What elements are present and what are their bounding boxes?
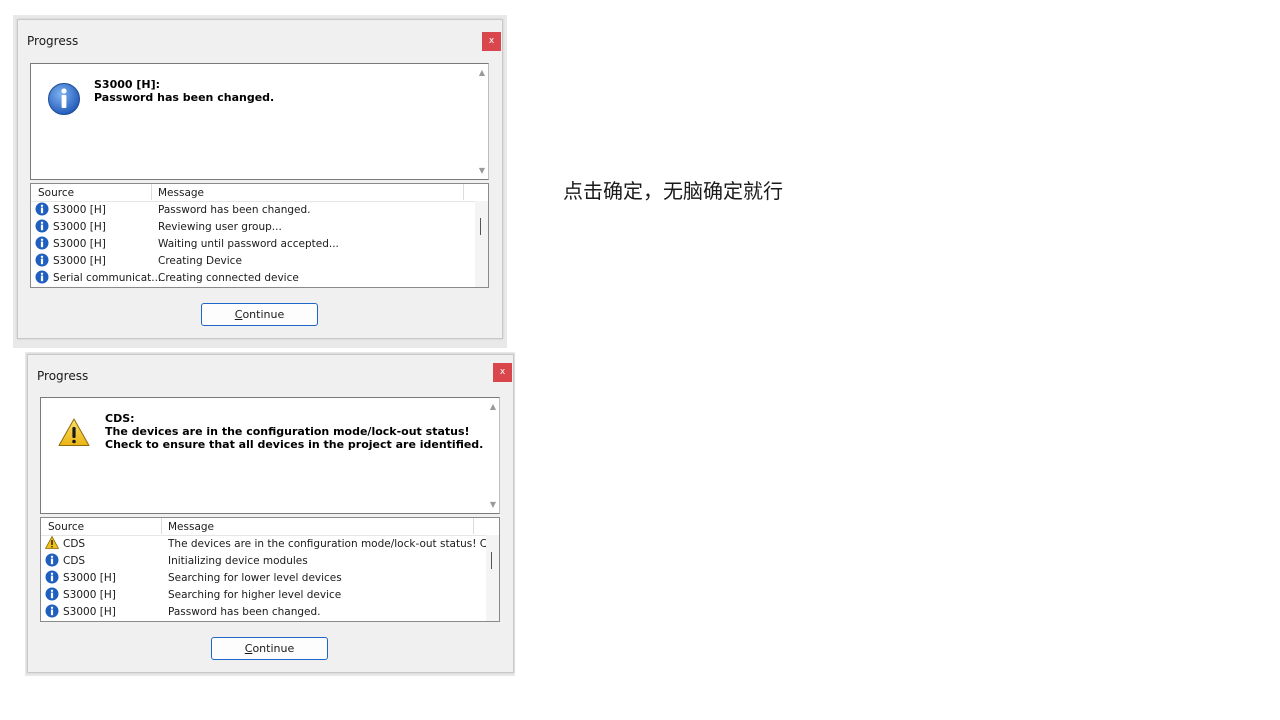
title-bar: Progress x xyxy=(28,355,513,387)
list-item-message: Searching for higher level device xyxy=(168,589,342,601)
log-list[interactable]: Source Message S3000 [H] Password has be… xyxy=(30,183,489,288)
column-header-message[interactable]: Message xyxy=(168,521,214,533)
scrollbar-thumb[interactable] xyxy=(491,552,492,569)
list-scrollbar[interactable] xyxy=(486,535,499,621)
scroll-up-icon[interactable]: ▲ xyxy=(490,402,496,411)
info-icon xyxy=(35,219,49,233)
scroll-up-icon[interactable]: ▲ xyxy=(479,68,485,77)
list-item-message: Searching for lower level devices xyxy=(168,572,342,584)
close-button[interactable]: x xyxy=(482,32,501,51)
list-item-message: Password has been changed. xyxy=(158,204,311,216)
column-header-source[interactable]: Source xyxy=(48,521,84,533)
list-item-message: Creating connected device xyxy=(158,272,299,284)
button-label: ontinue xyxy=(242,308,285,321)
message-body: Check to ensure that all devices in the … xyxy=(105,438,484,451)
warning-icon xyxy=(58,418,90,446)
info-icon xyxy=(48,83,80,115)
info-icon xyxy=(45,570,59,584)
title-bar: Progress x xyxy=(18,20,502,52)
dialog-title: Progress xyxy=(37,369,89,383)
list-item-source: S3000 [H] xyxy=(53,221,106,233)
column-divider[interactable] xyxy=(161,518,162,534)
list-header: Source Message xyxy=(41,518,499,536)
list-item-message: Password has been changed. xyxy=(168,606,321,618)
button-label: ontinue xyxy=(252,642,295,655)
warning-icon xyxy=(45,536,59,549)
list-item-source: Serial communicat... xyxy=(53,272,162,284)
list-item-source: S3000 [H] xyxy=(53,255,106,267)
list-item-message: Waiting until password accepted... xyxy=(158,238,339,250)
list-item-source: CDS xyxy=(63,555,86,567)
message-source: CDS: xyxy=(105,412,135,425)
annotation-note: 点击确定，无脑确定就行 xyxy=(563,179,783,203)
info-icon xyxy=(45,587,59,601)
info-icon xyxy=(35,270,49,284)
list-item-message: Initializing device modules xyxy=(168,555,308,567)
dialog-title: Progress xyxy=(27,34,79,48)
close-button[interactable]: x xyxy=(493,363,512,382)
list-item-source: S3000 [H] xyxy=(63,606,116,618)
list-item-message: The devices are in the configuration mod… xyxy=(168,538,498,550)
list-header: Source Message xyxy=(31,184,488,202)
info-icon xyxy=(35,253,49,267)
list-item-source: S3000 [H] xyxy=(63,572,116,584)
column-divider[interactable] xyxy=(463,184,464,200)
message-panel: CDS: The devices are in the configuratio… xyxy=(40,397,500,514)
info-icon xyxy=(35,236,49,250)
list-item-source: CDS xyxy=(63,538,86,550)
progress-dialog-1: Progress x S3000 [H]: Password has been … xyxy=(17,19,503,339)
list-item-message: Reviewing user group... xyxy=(158,221,282,233)
message-panel: S3000 [H]: Password has been changed. ▲ … xyxy=(30,63,489,180)
info-icon xyxy=(45,604,59,618)
list-item-source: S3000 [H] xyxy=(53,238,106,250)
info-icon xyxy=(35,202,49,216)
progress-dialog-2: Progress x CDS: The devices are in the c… xyxy=(27,354,514,673)
scroll-down-icon[interactable]: ▼ xyxy=(490,500,496,509)
column-divider[interactable] xyxy=(151,184,152,200)
log-list[interactable]: Source Message CDS The devices are in th… xyxy=(40,517,500,622)
column-header-source[interactable]: Source xyxy=(38,187,74,199)
list-item-source: S3000 [H] xyxy=(63,589,116,601)
list-item-message: Creating Device xyxy=(158,255,242,267)
message-body: Password has been changed. xyxy=(94,91,275,104)
continue-button[interactable]: Continue xyxy=(211,637,328,660)
column-divider[interactable] xyxy=(473,518,474,534)
info-icon xyxy=(45,553,59,567)
scroll-down-icon[interactable]: ▼ xyxy=(479,166,485,175)
list-scrollbar[interactable] xyxy=(475,201,488,287)
scrollbar-thumb[interactable] xyxy=(480,218,481,235)
column-header-message[interactable]: Message xyxy=(158,187,204,199)
continue-button[interactable]: Continue xyxy=(201,303,318,326)
list-item-source: S3000 [H] xyxy=(53,204,106,216)
message-body: The devices are in the configuration mod… xyxy=(105,425,470,438)
message-source: S3000 [H]: xyxy=(94,78,161,91)
